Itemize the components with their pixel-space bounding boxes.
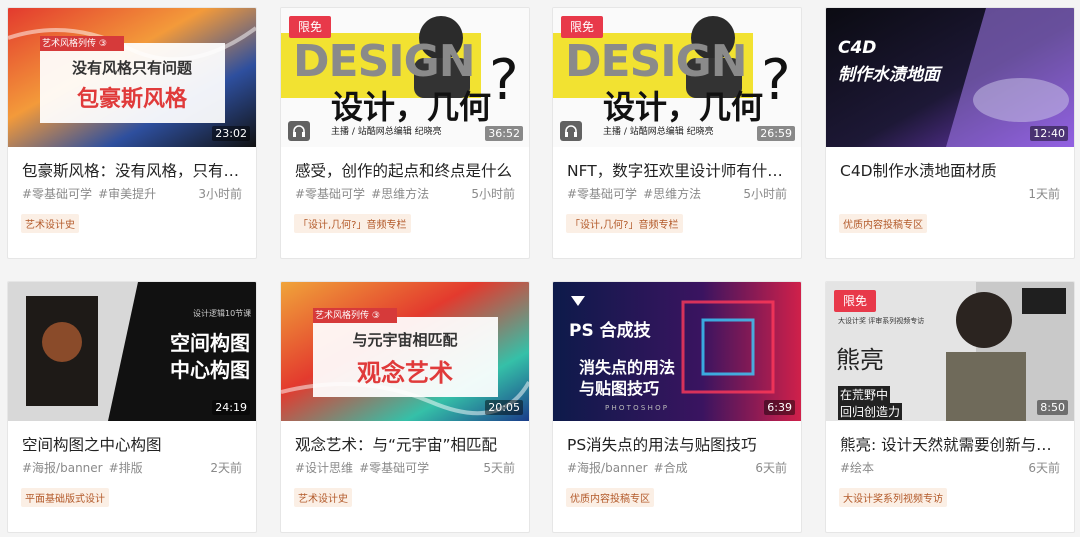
tag[interactable]: #绘本 <box>840 461 874 475</box>
tag[interactable]: #海报/banner <box>567 461 648 475</box>
publish-time: 6天前 <box>755 461 787 475</box>
thumb-title: 设计，几何 <box>331 88 492 126</box>
column-tag[interactable]: 艺术设计史 <box>21 214 79 233</box>
video-thumbnail[interactable]: DESIGN 设计，几何 ? 主播 / 站酷网总编辑 纪晓亮 限免 26:59 <box>553 8 801 147</box>
video-card[interactable]: PS 合成技 消失点的用法 与贴图技巧 P H O T O S H O P 6:… <box>552 281 802 533</box>
free-badge: 限免 <box>289 16 331 38</box>
video-duration: 24:19 <box>212 400 250 415</box>
video-card[interactable]: 艺术风格列传 ③ 没有风格只有问题 包豪斯风格 23:02 包豪斯风格：没有风格… <box>7 7 257 259</box>
thumb-name: 熊亮 <box>836 346 884 374</box>
video-title[interactable]: PS消失点的用法与贴图技巧 <box>567 433 789 455</box>
thumb-design-word: DESIGN <box>565 36 748 87</box>
video-title[interactable]: 感受，创作的起点和终点是什么 <box>295 159 517 181</box>
tag[interactable]: #零基础可学 <box>359 461 429 475</box>
column-tag[interactable]: 优质内容投稿专区 <box>839 214 927 233</box>
video-card[interactable]: 大设计奖 评审系列视频专访 熊亮 在荒野中 回归创造力 限免 8:50 熊亮: … <box>825 281 1075 533</box>
tag[interactable]: #设计思维 <box>295 461 353 475</box>
video-duration: 20:05 <box>485 400 523 415</box>
publish-time: 1天前 <box>1028 187 1060 201</box>
series-label: 艺术风格列传 ③ <box>315 311 380 321</box>
tag[interactable]: #合成 <box>654 461 688 475</box>
thumb-small: P H O T O S H O P <box>605 404 668 412</box>
tag-list: #设计思维 #零基础可学 <box>295 459 435 476</box>
video-duration: 36:52 <box>485 126 523 141</box>
column-tag[interactable]: 「设计,几何?」音频专栏 <box>566 214 683 233</box>
thumb-quote2: 回归创造力 <box>838 403 903 420</box>
thumb-host: 主播 / 站酷网总编辑 纪晓亮 <box>603 127 714 137</box>
thumb-design-word: DESIGN <box>293 36 476 87</box>
thumb-label: 大设计奖 评审系列视频专访 <box>838 317 925 325</box>
tag[interactable]: #零基础可学 <box>567 187 637 201</box>
tag-list: #海报/banner #合成 <box>567 459 694 476</box>
publish-time: 5天前 <box>483 461 515 475</box>
free-badge: 限免 <box>834 290 876 312</box>
thumb-quote1: 在荒野中 <box>838 386 891 403</box>
column-tag[interactable]: 优质内容投稿专区 <box>566 488 654 507</box>
video-thumbnail[interactable]: 设计逻辑10节课 空间构图 中心构图 24:19 <box>8 282 256 421</box>
video-duration: 6:39 <box>764 400 795 415</box>
tag[interactable]: #审美提升 <box>98 187 156 201</box>
tag[interactable]: #思维方法 <box>643 187 701 201</box>
thumb-line2: 包豪斯风格 <box>76 87 187 112</box>
thumb-line2: 制作水渍地面 <box>838 65 940 85</box>
thumb-line1: PS 合成技 <box>569 321 651 341</box>
tag-list: #零基础可学 #审美提升 <box>22 185 162 202</box>
video-card[interactable]: DESIGN 设计，几何 ? 主播 / 站酷网总编辑 纪晓亮 限免 26:59 … <box>552 7 802 259</box>
video-thumbnail[interactable]: DESIGN 设计，几何 ? 主播 / 站酷网总编辑 纪晓亮 限免 36:52 <box>281 8 529 147</box>
video-duration: 12:40 <box>1030 126 1068 141</box>
tag[interactable]: #零基础可学 <box>295 187 365 201</box>
video-thumbnail[interactable]: C4D 制作水渍地面 12:40 <box>826 8 1074 147</box>
video-thumbnail[interactable]: 艺术风格列传 ③ 没有风格只有问题 包豪斯风格 23:02 <box>8 8 256 147</box>
video-duration: 26:59 <box>757 126 795 141</box>
thumb-question-mark: ? <box>489 48 519 113</box>
video-card[interactable]: DESIGN 设计，几何 ? 主播 / 站酷网总编辑 纪晓亮 限免 36:52 … <box>280 7 530 259</box>
video-thumbnail[interactable]: PS 合成技 消失点的用法 与贴图技巧 P H O T O S H O P 6:… <box>553 282 801 421</box>
publish-time: 6天前 <box>1028 461 1060 475</box>
thumb-line1: 没有风格只有问题 <box>71 59 192 77</box>
thumb-host: 主播 / 站酷网总编辑 纪晓亮 <box>331 127 442 137</box>
publish-time: 5小时前 <box>471 187 515 201</box>
thumb-line2: 观念艺术 <box>357 359 453 387</box>
tag-list: #零基础可学 #思维方法 <box>567 185 707 202</box>
video-thumbnail[interactable]: 艺术风格列传 ③ 与元宇宙相匹配 观念艺术 20:05 <box>281 282 529 421</box>
tag-list: #零基础可学 #思维方法 <box>295 185 435 202</box>
thumb-title: 设计，几何 <box>603 88 764 126</box>
headphone-icon <box>560 121 582 141</box>
tag-list: #绘本 <box>840 459 880 476</box>
column-tag[interactable]: 大设计奖系列视频专访 <box>839 488 947 507</box>
video-duration: 8:50 <box>1037 400 1068 415</box>
headphone-icon <box>288 121 310 141</box>
tag[interactable]: #海报/banner <box>22 461 103 475</box>
series-label: 艺术风格列传 ③ <box>42 39 107 49</box>
video-title[interactable]: C4D制作水渍地面材质 <box>840 159 1062 181</box>
thumb-line1: 空间构图 <box>170 331 250 355</box>
video-duration: 23:02 <box>212 126 250 141</box>
video-title[interactable]: 空间构图之中心构图 <box>22 433 244 455</box>
publish-time: 2天前 <box>210 461 242 475</box>
video-card[interactable]: C4D 制作水渍地面 12:40 C4D制作水渍地面材质 1天前 优质内容投稿专… <box>825 7 1075 259</box>
tag[interactable]: #思维方法 <box>371 187 429 201</box>
thumb-line3: 与贴图技巧 <box>579 379 660 398</box>
video-card[interactable]: 设计逻辑10节课 空间构图 中心构图 24:19 空间构图之中心构图 #海报/b… <box>7 281 257 533</box>
tag[interactable]: #排版 <box>109 461 143 475</box>
free-badge: 限免 <box>561 16 603 38</box>
thumb-question-mark: ? <box>761 48 791 113</box>
video-title[interactable]: 观念艺术：与“元宇宙”相匹配 <box>295 433 517 455</box>
tag[interactable]: #零基础可学 <box>22 187 92 201</box>
video-title[interactable]: NFT，数字狂欢里设计师有什么机会 <box>567 159 789 181</box>
publish-time: 3小时前 <box>198 187 242 201</box>
thumb-line2: 中心构图 <box>170 358 250 382</box>
tag-list: #海报/banner #排版 <box>22 459 149 476</box>
publish-time: 5小时前 <box>743 187 787 201</box>
thumb-line1: C4D <box>838 38 877 58</box>
column-tag[interactable]: 艺术设计史 <box>294 488 352 507</box>
video-card[interactable]: 艺术风格列传 ③ 与元宇宙相匹配 观念艺术 20:05 观念艺术：与“元宇宙”相… <box>280 281 530 533</box>
thumb-line1: 与元宇宙相匹配 <box>352 331 458 349</box>
video-thumbnail[interactable]: 大设计奖 评审系列视频专访 熊亮 在荒野中 回归创造力 限免 8:50 <box>826 282 1074 421</box>
video-title[interactable]: 包豪斯风格：没有风格，只有问题 <box>22 159 244 181</box>
thumb-small: 设计逻辑10节课 <box>193 309 252 318</box>
column-tag[interactable]: 「设计,几何?」音频专栏 <box>294 214 411 233</box>
column-tag[interactable]: 平面基础版式设计 <box>21 488 109 507</box>
video-title[interactable]: 熊亮: 设计天然就需要创新与表达 <box>840 433 1062 455</box>
